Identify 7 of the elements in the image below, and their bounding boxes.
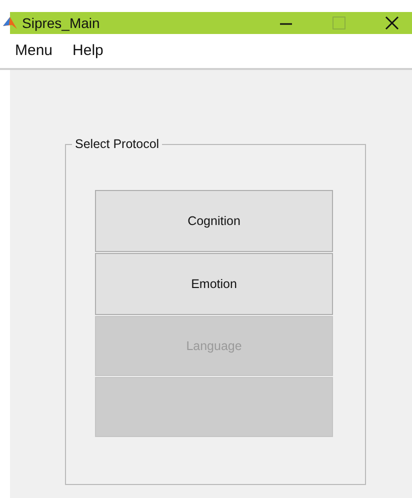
protocol-button[interactable]: Cognition (95, 190, 333, 252)
protocol-button[interactable]: Emotion (95, 253, 333, 315)
app-logo-icon (3, 16, 17, 30)
menu-item[interactable]: Help (72, 40, 104, 62)
window-title: Sipres_Main (22, 14, 100, 33)
menu-item[interactable]: Menu (15, 40, 53, 62)
close-icon[interactable] (384, 15, 400, 31)
